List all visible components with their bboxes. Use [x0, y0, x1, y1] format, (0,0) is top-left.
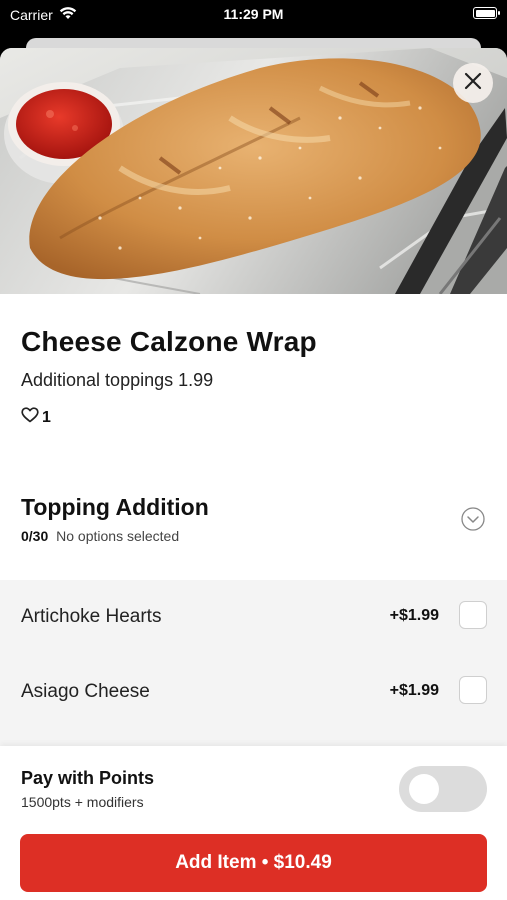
status-time: 11:29 PM — [223, 6, 284, 22]
pay-with-points-subtitle: 1500pts + modifiers — [21, 794, 144, 810]
battery-icon — [473, 7, 500, 19]
selection-count: 0/30 — [21, 528, 49, 544]
option-price: +$1.99 — [389, 607, 439, 624]
option-checkbox[interactable] — [459, 676, 487, 704]
selection-status: No options selected — [56, 528, 180, 544]
add-item-button[interactable]: Add Item • $10.49 — [20, 834, 487, 892]
option-price: +$1.99 — [389, 682, 439, 699]
item-detail-sheet: Cheese Calzone Wrap Additional toppings … — [0, 48, 507, 900]
option-label: Asiago Cheese — [21, 681, 150, 702]
section-meta: 0/30 No options selected — [21, 528, 179, 544]
like-count: 1 — [42, 408, 51, 426]
pay-with-points-toggle[interactable] — [399, 766, 487, 812]
heart-icon — [21, 407, 39, 428]
chevron-down-icon[interactable] — [461, 507, 485, 531]
close-button[interactable] — [453, 63, 493, 103]
item-subtitle: Additional toppings 1.99 — [21, 370, 214, 390]
footer-bar: Pay with Points 1500pts + modifiers Add … — [0, 746, 507, 900]
option-label: Artichoke Hearts — [21, 606, 162, 627]
option-asiago-cheese[interactable]: Asiago Cheese +$1.99 — [0, 655, 507, 729]
option-checkbox[interactable] — [459, 601, 487, 629]
toggle-knob — [409, 774, 439, 804]
item-title: Cheese Calzone Wrap — [21, 326, 317, 357]
section-title: Topping Addition — [21, 494, 209, 520]
close-icon — [464, 72, 482, 95]
status-bar: Carrier 11:29 PM — [0, 0, 507, 30]
options-list: Artichoke Hearts +$1.99 Asiago Cheese +$… — [0, 580, 507, 746]
like-button[interactable]: 1 — [21, 407, 51, 428]
pay-with-points-title: Pay with Points — [21, 768, 155, 788]
option-artichoke-hearts[interactable]: Artichoke Hearts +$1.99 — [0, 580, 507, 654]
item-photo — [0, 48, 507, 294]
